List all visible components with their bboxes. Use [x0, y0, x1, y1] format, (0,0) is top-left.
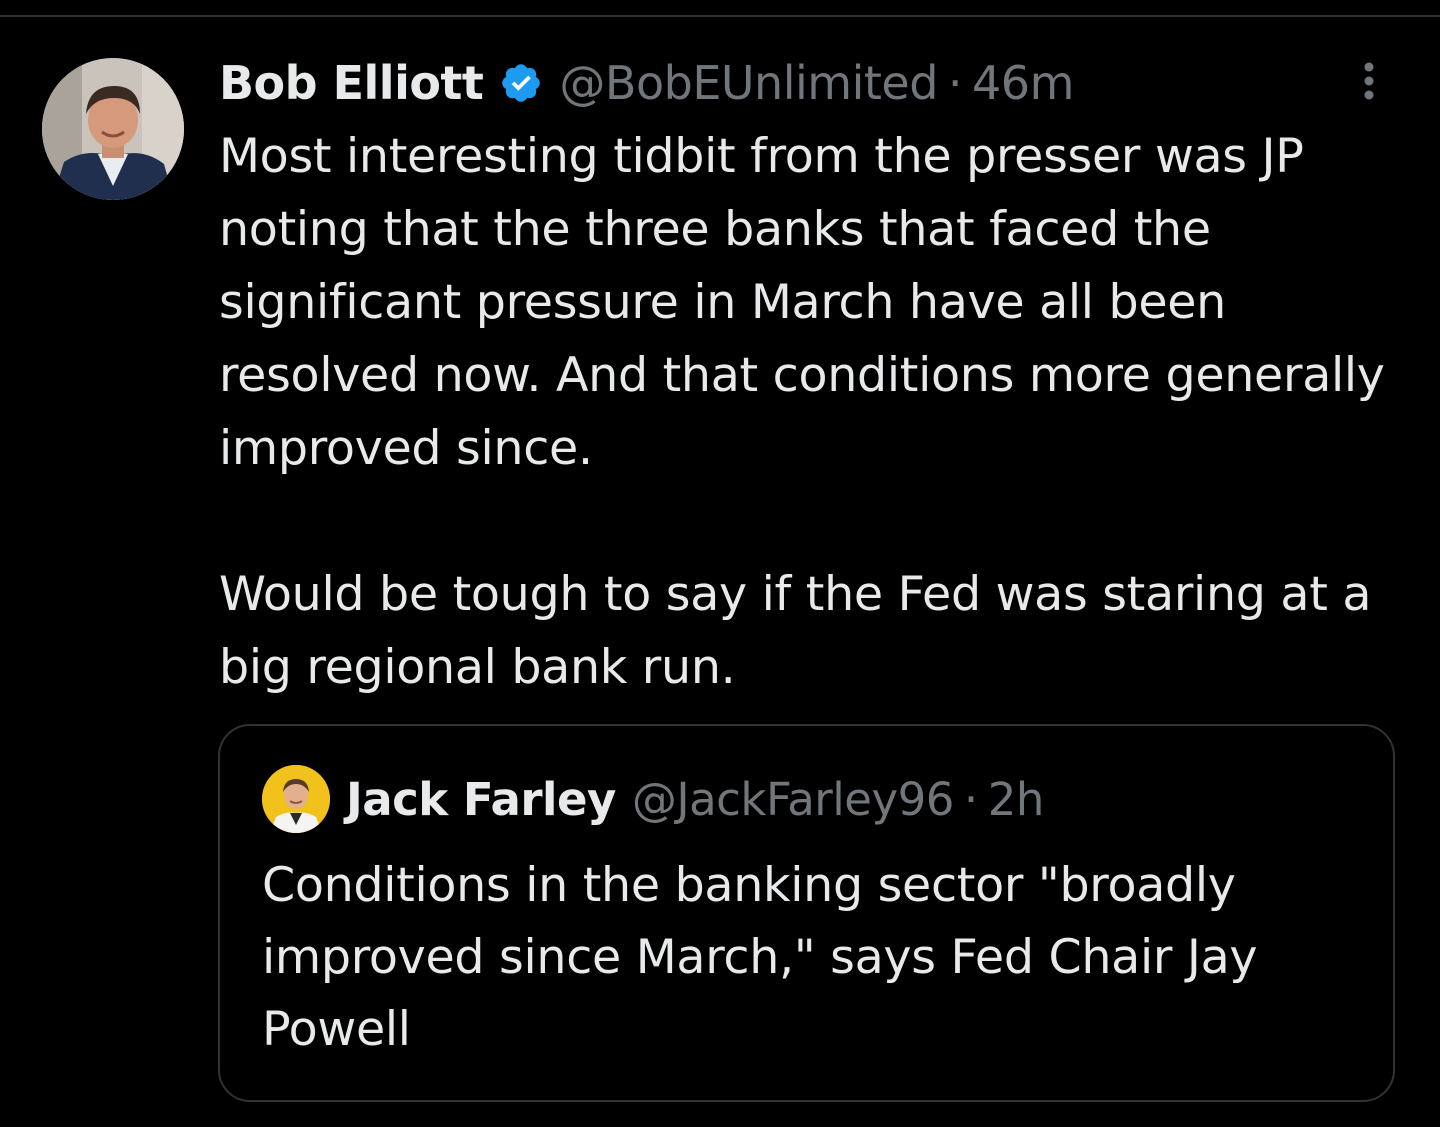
quoted-author-handle[interactable]: @JackFarley96	[632, 773, 955, 826]
author-avatar[interactable]	[42, 58, 184, 200]
author-handle[interactable]: @BobEUnlimited	[559, 50, 938, 116]
quoted-tweet-timestamp[interactable]: 2h	[988, 773, 1045, 826]
quoted-tweet-header: Jack Farley @JackFarley96 · 2h	[262, 764, 1044, 834]
author-display-name[interactable]: Bob Elliott	[219, 50, 484, 116]
tweet-header: Bob Elliott @BobEUnlimited · 46m	[219, 50, 1409, 116]
tweet-text: Most interesting tidbit from the presser…	[219, 120, 1409, 704]
tweet: Bob Elliott @BobEUnlimited · 46m Most in…	[219, 50, 1409, 704]
quoted-tweet-text: Conditions in the banking sector "broadl…	[262, 858, 1258, 1057]
tweet-timestamp[interactable]: 46m	[972, 50, 1074, 116]
quoted-author-display-name[interactable]: Jack Farley	[346, 773, 616, 826]
tweet-paragraph-1: Most interesting tidbit from the presser…	[219, 129, 1385, 476]
top-divider	[0, 15, 1440, 17]
more-options-button[interactable]	[1352, 60, 1386, 106]
quoted-tweet-card[interactable]: Jack Farley @JackFarley96 · 2h Condition…	[218, 724, 1395, 1102]
quoted-meta-separator: ·	[963, 772, 978, 826]
tweet-paragraph-2: Would be tough to say if the Fed was sta…	[219, 567, 1372, 695]
quoted-avatar-photo-icon	[262, 765, 330, 833]
verified-badge-icon[interactable]	[499, 61, 543, 105]
more-vertical-icon	[1364, 62, 1374, 100]
quoted-author-avatar[interactable]	[262, 765, 330, 833]
avatar-photo-icon	[42, 58, 184, 200]
meta-separator: ·	[947, 56, 963, 110]
